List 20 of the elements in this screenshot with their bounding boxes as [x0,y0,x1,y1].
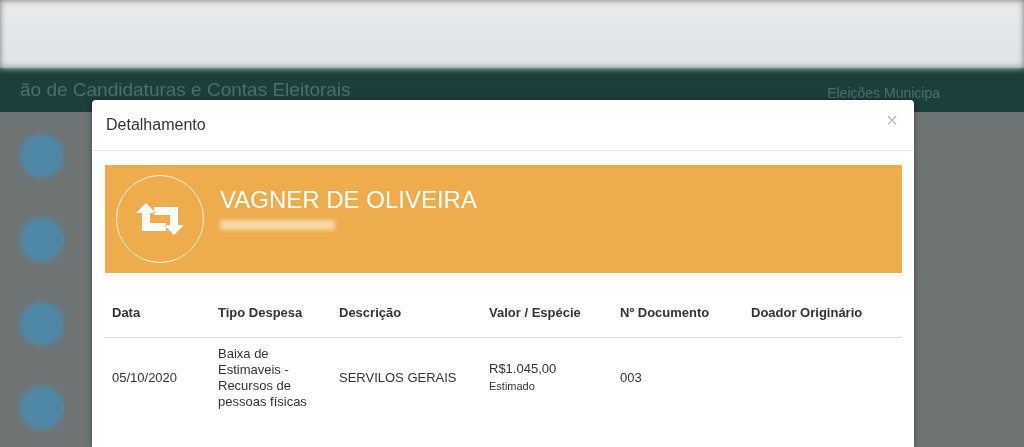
close-button[interactable]: × [882,108,902,132]
table-cell: SERVILOS GERAIS [332,337,482,418]
kind-text: Estimado [489,379,536,394]
table-cell: 05/10/2020 [105,337,211,418]
avatar-icon [20,134,64,178]
avatar-icon [20,302,64,346]
column-header: Valor / Espécie [482,293,613,338]
column-header: Data [105,293,211,338]
column-header: Doador Originário [744,293,902,338]
avatar-icon [20,218,64,262]
swap-arrows-icon [136,201,184,237]
column-header: Nº Documento [613,293,744,338]
table-cell: Baixa de Estimaveis - Recursos de pessoas físicas [211,337,332,418]
table-cell: 003 [613,337,744,418]
avatar-icon [20,386,64,430]
column-header: Tipo Despesa [211,293,332,338]
column-header: Descrição [332,293,482,338]
person-name: VAGNER DE OLIVEIRA [220,186,477,214]
modal-title: Detalhamento [106,116,206,134]
amount-text: R$1.045,00 [489,361,557,376]
